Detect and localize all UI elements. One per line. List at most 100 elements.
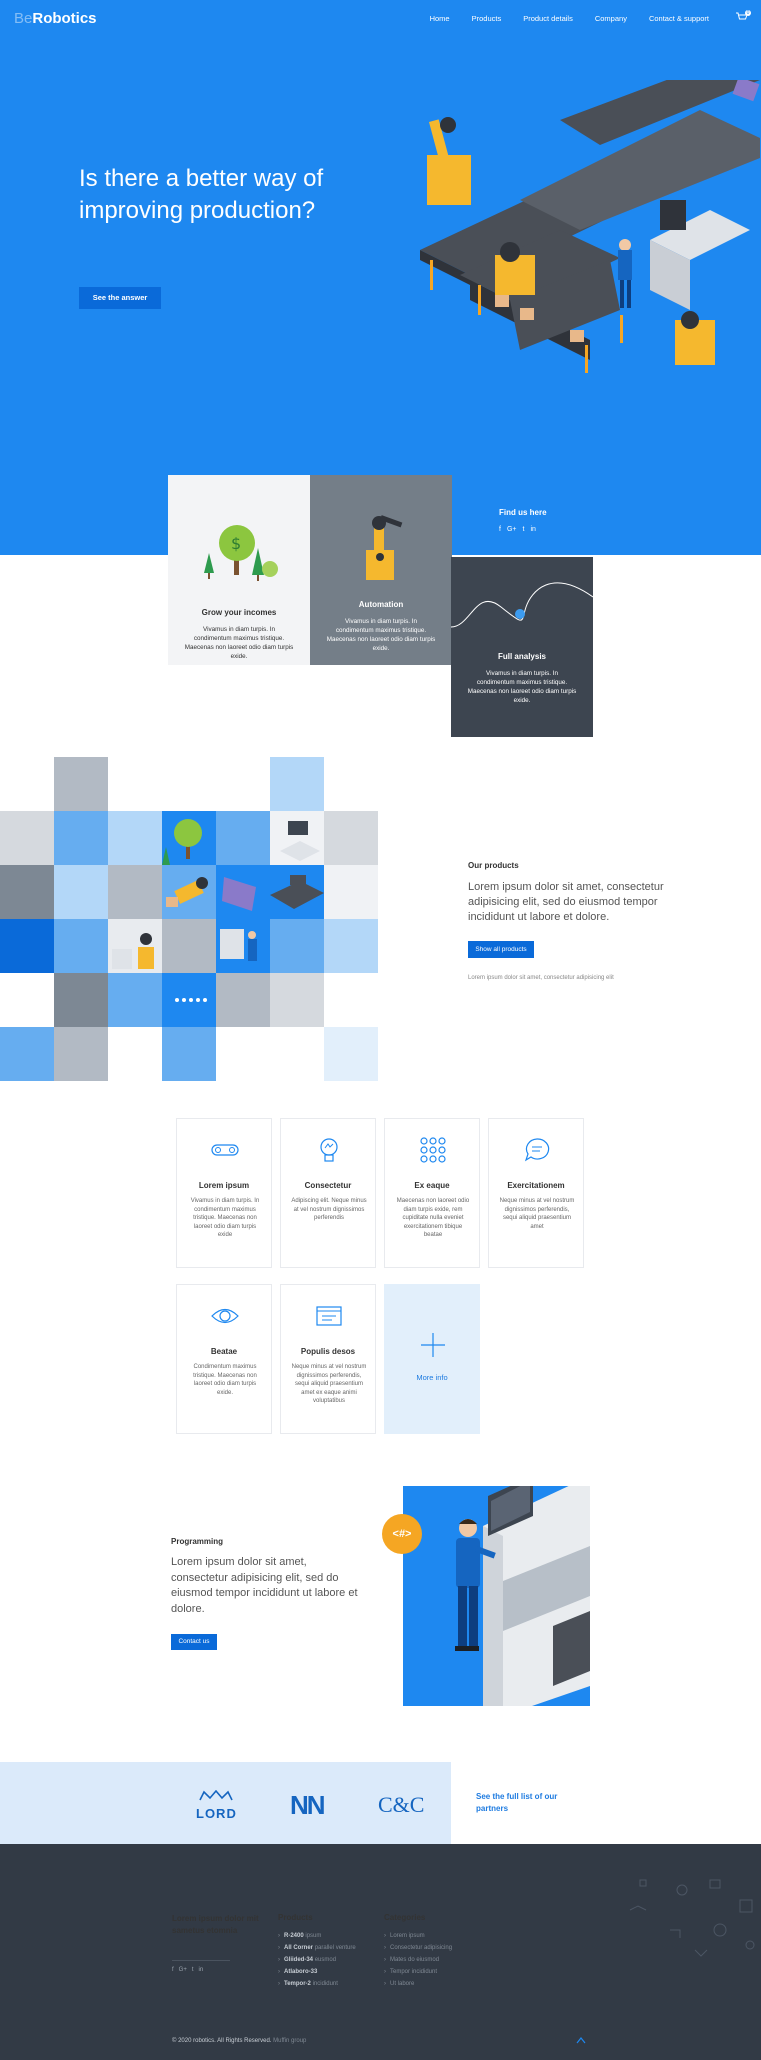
footer-product-link[interactable]: Atlaboro-33 [278, 1966, 356, 1978]
footer-category-link[interactable]: Consectetur adipisicing [384, 1942, 452, 1954]
programmer-illustration [403, 1486, 590, 1706]
service-title: Lorem ipsum [198, 1181, 250, 1190]
footer-socials: f G+ t in [172, 1967, 203, 1973]
mosaic-tree-icon [162, 819, 202, 865]
footer-product-link[interactable]: Gliided-34 eusmod [278, 1954, 356, 1966]
partner-logo-cc[interactable]: C&C [378, 1792, 424, 1818]
programming-label: Programming [171, 1537, 224, 1546]
nav-products[interactable]: Products [472, 14, 502, 23]
twitter-icon[interactable]: t [523, 526, 525, 533]
nav-company[interactable]: Company [595, 14, 627, 23]
google-plus-icon[interactable]: G+ [179, 1967, 187, 1973]
conveyor-icon [211, 1144, 239, 1156]
contact-us-button[interactable]: Contact us [171, 1634, 217, 1650]
service-text: Vivamus in diam turpis. In condimentum m… [190, 1198, 260, 1238]
service-text: Condimentum maximus tristique. Maecenas … [193, 1364, 257, 1396]
more-info-link[interactable]: More info [385, 1373, 479, 1382]
footer-product-link[interactable]: All Corner parallel venture [278, 1942, 356, 1954]
google-plus-icon[interactable]: G+ [507, 526, 517, 533]
footer-category-link[interactable]: Lorem ipsum [384, 1930, 452, 1942]
nav-home[interactable]: Home [430, 14, 450, 23]
factory-illustration [420, 80, 760, 373]
service-title: Exercitationem [507, 1181, 565, 1190]
products-lead: Lorem ipsum dolor sit amet, consectetur … [468, 881, 664, 923]
programming-lead: Lorem ipsum dolor sit amet, consectetur … [171, 1556, 358, 1615]
service-title: Beatae [210, 1347, 238, 1356]
find-us-socials: f G+ t in [499, 526, 536, 533]
service-card: Exercitationem Neque minus at vel nostru… [488, 1118, 584, 1268]
feature-card-grow: $ Grow your incomes Vivamus in diam turp… [168, 475, 310, 665]
footer-product-link[interactable]: R-2400 ipsum [278, 1930, 356, 1942]
linkedin-icon[interactable]: in [530, 526, 535, 533]
mosaic-robot-icon [112, 933, 154, 969]
lord-crown-icon [199, 1790, 233, 1801]
feature-text: Vivamus in diam turpis. In condimentum m… [184, 626, 294, 660]
top-navigation: BeRobotics Home Products Product details… [0, 0, 761, 38]
svg-text:$: $ [231, 534, 241, 553]
twitter-icon[interactable]: t [192, 1967, 194, 1973]
show-all-products-button[interactable]: Show all products [468, 941, 534, 958]
find-us-title: Find us here [499, 508, 547, 517]
see-all-partners-link[interactable]: See the full list of our partners [476, 1791, 586, 1815]
footer-products: Products R-2400 ipsum All Corner paralle… [278, 1913, 356, 1990]
service-card: Populis desos Neque minus at vel nostrum… [280, 1284, 376, 1434]
feature-card-automation: Automation Vivamus in diam turpis. In co… [310, 475, 452, 665]
mosaic-worker-icon [220, 929, 257, 961]
footer-category-link[interactable]: Ut labore [384, 1978, 452, 1990]
products-mosaic [0, 757, 378, 1082]
robot-arm-icon [366, 515, 403, 580]
code-badge-icon: <#> [382, 1514, 422, 1554]
service-card: Lorem ipsum Vivamus in diam turpis. In c… [176, 1118, 272, 1268]
partner-logo-lord[interactable]: LORD [196, 1806, 237, 1821]
more-info-card[interactable]: More info [384, 1284, 480, 1434]
window-icon [316, 1306, 342, 1326]
copyright: © 2020 robotics. All Rights Reserved. Mu… [172, 2038, 307, 2044]
money-tree-icon: $ [204, 525, 278, 581]
footer-category-link[interactable]: Tempor incididunt [384, 1966, 452, 1978]
products-small-text: Lorem ipsum dolor sit amet, consectetur … [468, 975, 614, 981]
service-title: Consectetur [304, 1181, 352, 1190]
footer-divider [172, 1960, 230, 1961]
hero-title: Is there a better way of improving produ… [79, 165, 324, 224]
service-card: Beatae Condimentum maximus tristique. Ma… [176, 1284, 272, 1434]
grid-dots-icon [420, 1137, 446, 1163]
chevron-up-icon[interactable] [576, 2036, 586, 2044]
programmer-scene [455, 1486, 590, 1706]
footer-decoration-icons [629, 1879, 755, 1957]
footer-about: Lorem ipsum dolor mit sametus etomnia [172, 1914, 259, 1935]
service-text: Adipiscing elit. Neque minus at vel nost… [291, 1198, 367, 1221]
service-text: Maecenas non laoreet odio diam turpis ex… [396, 1198, 470, 1238]
footer-categories: Categories Lorem ipsum Consectetur adipi… [384, 1913, 452, 1990]
footer [0, 1844, 761, 2060]
feature-title: Full analysis [497, 652, 547, 661]
see-the-answer-button[interactable]: See the answer [79, 287, 161, 309]
service-card: Consectetur Adipiscing elit. Neque minus… [280, 1118, 376, 1268]
nav-product-details[interactable]: Product details [523, 14, 573, 23]
feature-title: Grow your incomes [201, 608, 277, 617]
footer-categories-title: Categories [384, 1913, 426, 1922]
linkedin-icon[interactable]: in [199, 1967, 204, 1973]
facebook-icon[interactable]: f [499, 526, 501, 533]
service-card: Ex eaque Maecenas non laoreet odio diam … [384, 1118, 480, 1268]
nav-contact-support[interactable]: Contact & support [649, 14, 709, 23]
service-title: Populis desos [300, 1347, 356, 1356]
mosaic-gripper-icon [166, 877, 208, 907]
products-label: Our products [468, 861, 519, 870]
mosaic-dots-icon [175, 998, 207, 1002]
feature-title: Automation [358, 600, 404, 609]
service-text: Neque minus at vel nostrum dignissimos p… [291, 1364, 367, 1404]
main-menu: Home Products Product details Company Co… [408, 14, 709, 23]
plus-icon [421, 1333, 445, 1357]
logo[interactable]: BeRobotics [14, 10, 97, 27]
analysis-wave-icon [450, 582, 594, 628]
service-text: Neque minus at vel nostrum dignissimos p… [499, 1198, 575, 1230]
footer-product-link[interactable]: Tempor-2 incididunt [278, 1978, 356, 1990]
eye-icon [211, 1308, 239, 1324]
facebook-icon[interactable]: f [172, 1967, 174, 1973]
footer-category-link[interactable]: Mates do eiusmod [384, 1954, 452, 1966]
partner-logo-nn[interactable]: NN [290, 1790, 326, 1821]
mosaic-belt-icon [270, 875, 324, 909]
footer-products-title: Products [278, 1913, 313, 1922]
footer-credit: Muffin group [273, 2038, 307, 2044]
mosaic-monitor-icon [280, 821, 320, 861]
